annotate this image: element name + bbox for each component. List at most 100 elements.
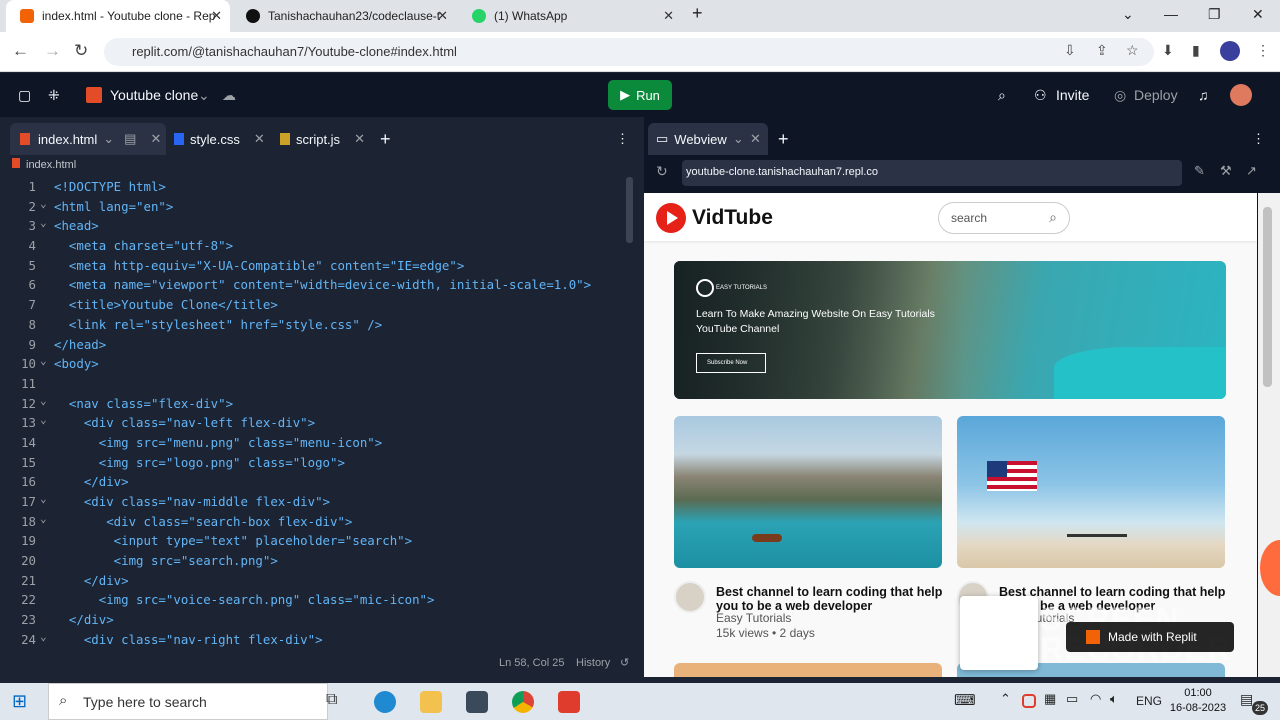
replit-logo-icon[interactable]: ⁜ (48, 87, 60, 104)
new-tab-button[interactable]: + (692, 3, 703, 24)
fold-chevron-icon[interactable]: ⌄ (40, 394, 47, 407)
system-clock[interactable]: 01:00 16-08-2023 (1166, 686, 1230, 716)
editor-scrollbar[interactable] (626, 177, 633, 243)
run-button[interactable]: ▶ Run (608, 80, 672, 110)
language-indicator[interactable]: ENG (1136, 694, 1162, 716)
edit-icon[interactable]: ✎ (1194, 163, 1205, 179)
profile-avatar[interactable] (1220, 41, 1240, 61)
code-line[interactable]: 2 ⌄ <html lang="en"> (6, 197, 622, 219)
project-name[interactable]: Youtube clone (110, 87, 198, 103)
notifications-bell-icon[interactable]: ♫ (1198, 87, 1209, 103)
code-line[interactable]: 23 </div> (6, 612, 622, 632)
deploy-button[interactable]: Deploy (1134, 87, 1178, 103)
webview-url-bar[interactable]: youtube-clone.tanishachauhan7.repl.co (682, 160, 1182, 186)
tab-search-icon[interactable]: ⌄ (1122, 6, 1134, 23)
code-line[interactable]: 9 </head> (6, 337, 622, 357)
close-tab-icon[interactable]: ✕ (254, 131, 265, 147)
address-bar[interactable]: replit.com/@tanishachauhan7/Youtube-clon… (104, 38, 1154, 66)
code-line[interactable]: 15 <img src="logo.png" class="logo"> (6, 455, 622, 475)
close-window-button[interactable]: ✕ (1252, 6, 1264, 23)
fold-chevron-icon[interactable]: ⌄ (40, 216, 47, 229)
video-channel[interactable]: Easy Tutorials (716, 611, 791, 625)
close-tab-icon[interactable]: ✕ (150, 131, 161, 147)
chevron-down-icon[interactable]: ⌄ (198, 87, 210, 104)
fold-chevron-icon[interactable]: ⌄ (40, 413, 47, 426)
install-icon[interactable]: ⇩ (1064, 42, 1076, 59)
windows-start-icon[interactable]: ⊞ (12, 691, 34, 713)
code-line[interactable]: 24 ⌄ <div class="nav-right flex-div"> (6, 630, 622, 652)
reload-icon[interactable]: ↻ (74, 41, 88, 61)
recorder-tray-icon[interactable] (1022, 694, 1036, 708)
code-line[interactable]: 19 <input type="text" placeholder="searc… (6, 533, 622, 553)
new-tab-button[interactable]: + (380, 123, 391, 155)
volume-icon[interactable]: 🔈︎ (1110, 691, 1132, 713)
code-line[interactable]: 7 <title>Youtube Clone</title> (6, 297, 622, 317)
forward-icon[interactable]: → (44, 41, 61, 61)
mail-icon[interactable] (466, 691, 488, 713)
tab-style-css[interactable]: style.css ✕ (174, 123, 265, 155)
fold-chevron-icon[interactable]: ⌄ (40, 492, 47, 505)
share-icon[interactable]: ⇪ (1096, 42, 1108, 59)
webview-menu-kebab-icon[interactable]: ⋮ (1252, 123, 1265, 155)
code-line[interactable]: 3 ⌄ <head> (6, 216, 622, 238)
close-tab-icon[interactable]: ✕ (437, 8, 448, 24)
editor-menu-kebab-icon[interactable]: ⋮ (616, 123, 629, 155)
code-line[interactable]: 6 <meta name="viewport" content="width=d… (6, 277, 622, 297)
code-line[interactable]: 14 <img src="menu.png" class="menu-icon"… (6, 435, 622, 455)
code-line[interactable]: 22 <img src="voice-search.png" class="mi… (6, 592, 622, 612)
code-line[interactable]: 4 <meta charset="utf-8"> (6, 238, 622, 258)
close-tab-icon[interactable]: ✕ (354, 131, 365, 147)
fold-chevron-icon[interactable]: ⌄ (40, 354, 47, 367)
chevron-up-icon[interactable]: ⌃ (1000, 691, 1022, 713)
banner-subscribe-button[interactable]: Subscribe Now (696, 353, 766, 373)
code-line[interactable]: 5 <meta http-equiv="X-UA-Compatible" con… (6, 258, 622, 278)
code-line[interactable]: 16 </div> (6, 474, 622, 494)
video-title[interactable]: Best channel to learn coding that help y… (716, 585, 944, 613)
code-line[interactable]: 17 ⌄ <div class="nav-middle flex-div"> (6, 492, 622, 514)
code-line[interactable]: 12 ⌄ <nav class="flex-div"> (6, 394, 622, 416)
channel-avatar[interactable] (674, 581, 706, 613)
devtools-icon[interactable]: ⚒ (1220, 163, 1232, 179)
reload-icon[interactable]: ↻ (656, 163, 668, 180)
code-line[interactable]: 11 (6, 376, 622, 396)
code-line[interactable]: 21 </div> (6, 573, 622, 593)
search-icon[interactable]: ⌕ (998, 87, 1006, 104)
preview-icon[interactable]: ▤ (124, 131, 136, 147)
browser-tab-replit[interactable]: index.html - Youtube clone - Rep ✕ (6, 0, 230, 32)
browser-tab-whatsapp[interactable]: (1) WhatsApp ✕ (458, 0, 682, 32)
close-tab-icon[interactable]: ✕ (663, 8, 674, 24)
tab-script-js[interactable]: script.js ✕ (280, 123, 365, 155)
file-explorer-icon[interactable] (420, 691, 442, 713)
code-line[interactable]: 18 ⌄ <div class="search-box flex-div"> (6, 512, 622, 534)
vidtube-logo-icon[interactable] (656, 203, 686, 233)
site-scrollbar-thumb[interactable] (1263, 207, 1272, 387)
keyboard-icon[interactable]: ⌨ (954, 691, 976, 713)
invite-button[interactable]: Invite (1056, 87, 1089, 103)
fold-chevron-icon[interactable]: ⌄ (40, 630, 47, 643)
edge-icon[interactable] (374, 691, 396, 713)
code-line[interactable]: 13 ⌄ <div class="nav-left flex-div"> (6, 413, 622, 435)
site-search-input[interactable]: search (951, 211, 987, 225)
fold-chevron-icon[interactable]: ⌄ (40, 512, 47, 525)
maximize-button[interactable]: ❐ (1208, 6, 1221, 23)
code-line[interactable]: 8 <link rel="stylesheet" href="style.css… (6, 317, 622, 337)
menu-kebab-icon[interactable]: ⋮ (1256, 42, 1270, 59)
video-thumbnail[interactable] (674, 416, 942, 568)
close-tab-icon[interactable]: ✕ (750, 123, 761, 155)
user-avatar[interactable] (1230, 84, 1252, 106)
chevron-down-icon[interactable]: ⌄ (103, 131, 114, 147)
new-tab-button[interactable]: + (778, 123, 789, 155)
code-line[interactable]: 1 <!DOCTYPE html> (6, 179, 622, 199)
video-thumbnail[interactable] (674, 663, 942, 677)
chevron-down-icon[interactable]: ⌄ (733, 131, 744, 147)
open-new-tab-icon[interactable]: ↗ (1246, 163, 1257, 179)
search-icon[interactable]: ⌕ (1049, 209, 1057, 226)
fold-chevron-icon[interactable]: ⌄ (40, 197, 47, 210)
tab-index-html[interactable]: index.html ⌄ ▤ ✕ (10, 123, 166, 155)
screen-recorder-icon[interactable] (558, 691, 580, 713)
taskbar-search[interactable]: ⌕ Type here to search (48, 683, 328, 720)
code-line[interactable]: 10 ⌄ <body> (6, 354, 622, 376)
history-button[interactable]: History (576, 657, 610, 669)
history-icon[interactable]: ↺ (620, 656, 629, 669)
video-thumbnail[interactable] (957, 416, 1225, 568)
